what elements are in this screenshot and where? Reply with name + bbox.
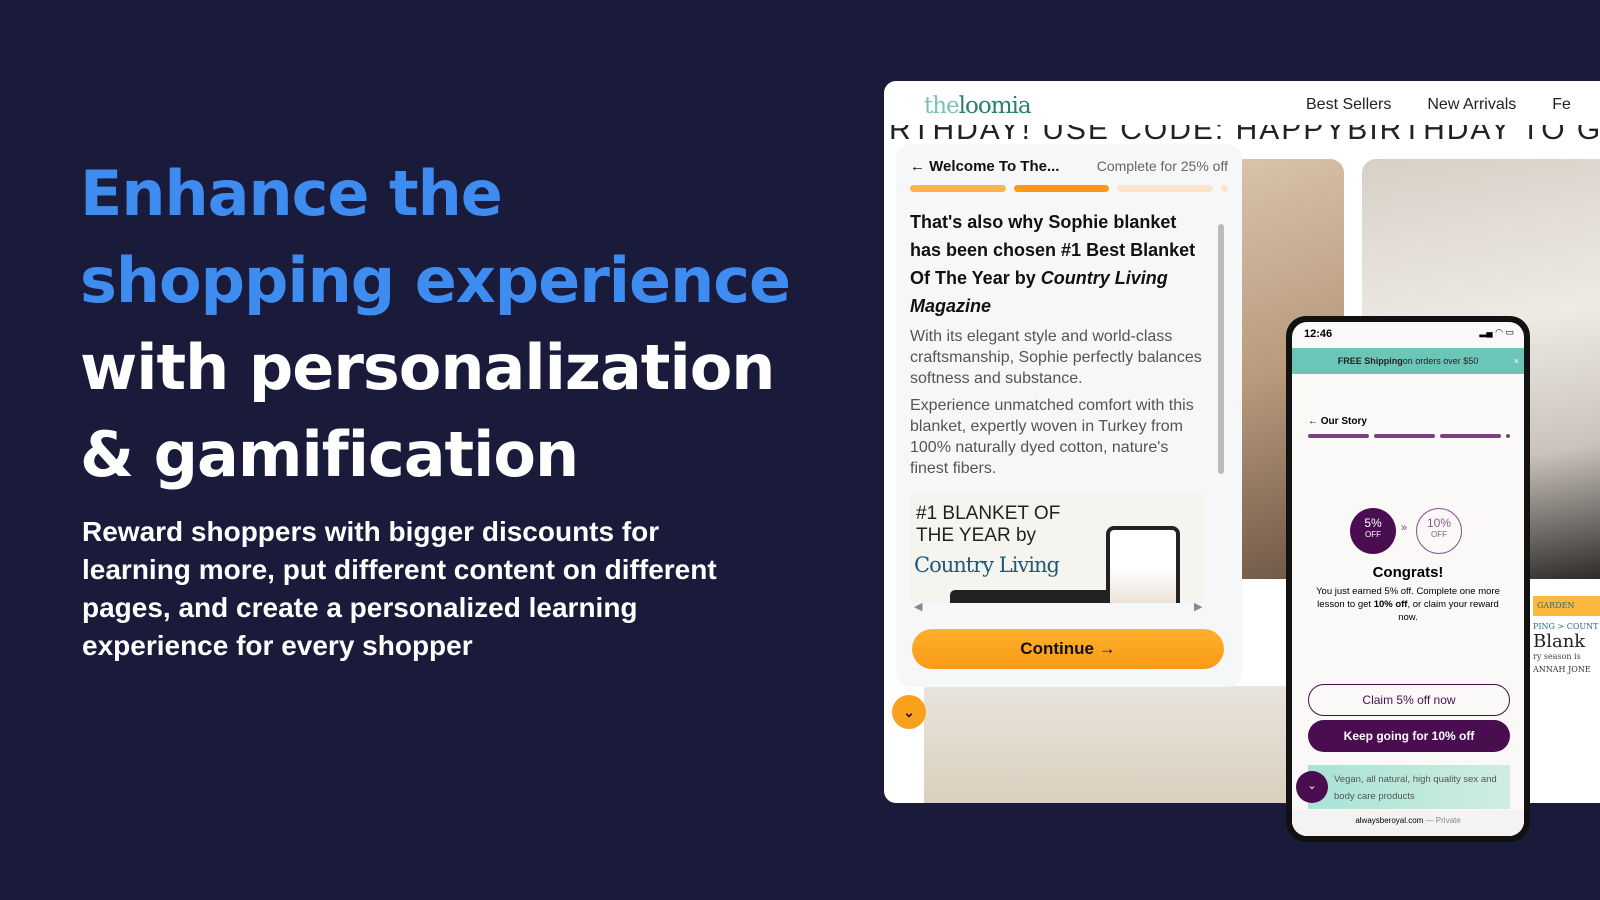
quiz-back-title[interactable]: ← Welcome To The...	[910, 158, 1059, 175]
article-title: Blank	[1533, 631, 1586, 652]
carousel-next[interactable]: ▶	[1194, 600, 1202, 613]
progress-segment	[1221, 185, 1229, 192]
phone-time: 12:46	[1304, 328, 1333, 340]
logo-part: the	[924, 93, 960, 119]
congrats-message: You just earned 5% off. Complete one mor…	[1316, 586, 1500, 623]
laptop-mockup	[950, 590, 1110, 603]
collapse-chevron-icon[interactable]: ⌄	[1296, 771, 1328, 803]
store-logo[interactable]: theloomia	[924, 93, 1032, 119]
nav-more[interactable]: Fe	[1552, 96, 1571, 114]
quiz-progress	[910, 185, 1229, 192]
article-category: GARDEN	[1533, 596, 1600, 616]
nav-new-arrivals[interactable]: New Arrivals	[1427, 96, 1516, 114]
article-author: ANNAH JONE	[1533, 665, 1591, 674]
heading-line: & gamification	[80, 418, 579, 491]
promo-text: Vegan, all natural, high quality sex and…	[1308, 765, 1510, 809]
collapse-chevron-icon[interactable]: ⌄	[892, 695, 926, 729]
quiz-panel: ← Welcome To The... Complete for 25% off…	[896, 144, 1242, 687]
scrollbar[interactable]	[1218, 224, 1224, 474]
claim-button[interactable]: Claim 5% off now	[1308, 684, 1510, 716]
phone-progress	[1308, 434, 1510, 438]
quiz-heading: That's also why Sophie blanket has been …	[910, 212, 1196, 316]
close-icon[interactable]: ×	[1514, 356, 1519, 366]
logo-part: loomia	[958, 93, 1032, 119]
progress-segment	[1013, 185, 1110, 192]
magazine-image: #1 BLANKET OF THE YEAR by Country Living	[910, 493, 1206, 603]
keep-going-button[interactable]: Keep going for 10% off	[1308, 720, 1510, 752]
story-back[interactable]: ← Our Story	[1308, 416, 1367, 427]
progress-segment	[910, 185, 1006, 192]
quiz-paragraph: Experience unmatched comfort with this b…	[910, 397, 1194, 477]
url-bar[interactable]: alwaysberoyal.com — Private	[1292, 810, 1524, 836]
badge-10-off: 10% OFF	[1416, 508, 1462, 554]
store-nav: theloomia Best Sellers New Arrivals Fe	[884, 81, 1600, 131]
arrows-icon: »	[1401, 522, 1408, 534]
nav-best-sellers[interactable]: Best Sellers	[1306, 96, 1391, 114]
hero-subtitle: Reward shoppers with bigger discounts fo…	[82, 516, 717, 661]
quiz-paragraph: With its elegant style and world-class c…	[910, 328, 1202, 387]
article-breadcrumb: PING > COUNT	[1533, 622, 1599, 631]
continue-button[interactable]: Continue →	[912, 629, 1224, 669]
heading-line: shopping experience	[80, 244, 791, 317]
heading-line: with personalization	[80, 331, 775, 404]
status-icons: ▂▄ ◠ ▭	[1479, 327, 1514, 337]
phone-mockup	[1106, 526, 1180, 603]
product-image	[924, 686, 1304, 803]
hero-heading: Enhance the shopping experience with per…	[80, 150, 840, 498]
carousel-prev[interactable]: ◀	[914, 600, 922, 613]
promo-banner: RTHDAY! USE CODE: HAPPYBIRTHDAY TO GET	[884, 125, 1600, 141]
phone-mockup: 12:46 ▂▄ ◠ ▭ FREE Shipping on orders ove…	[1286, 316, 1530, 842]
magazine-brand: Country Living	[914, 553, 1060, 577]
quiz-title: Welcome To The...	[929, 158, 1060, 175]
heading-line: Enhance the	[80, 157, 503, 230]
quiz-reward-label: Complete for 25% off	[1096, 158, 1228, 174]
congrats-title: Congrats!	[1372, 564, 1444, 581]
progress-segment	[1117, 185, 1214, 192]
shipping-banner: FREE Shipping on orders over $50 ×	[1292, 348, 1524, 374]
side-article: GARDEN PING > COUNT Blank ry season is A…	[1529, 596, 1600, 706]
article-text: ry season is	[1533, 652, 1581, 661]
badge-5-off: 5% OFF	[1350, 508, 1396, 554]
magazine-text: #1 BLANKET OF THE YEAR by	[916, 503, 1061, 546]
